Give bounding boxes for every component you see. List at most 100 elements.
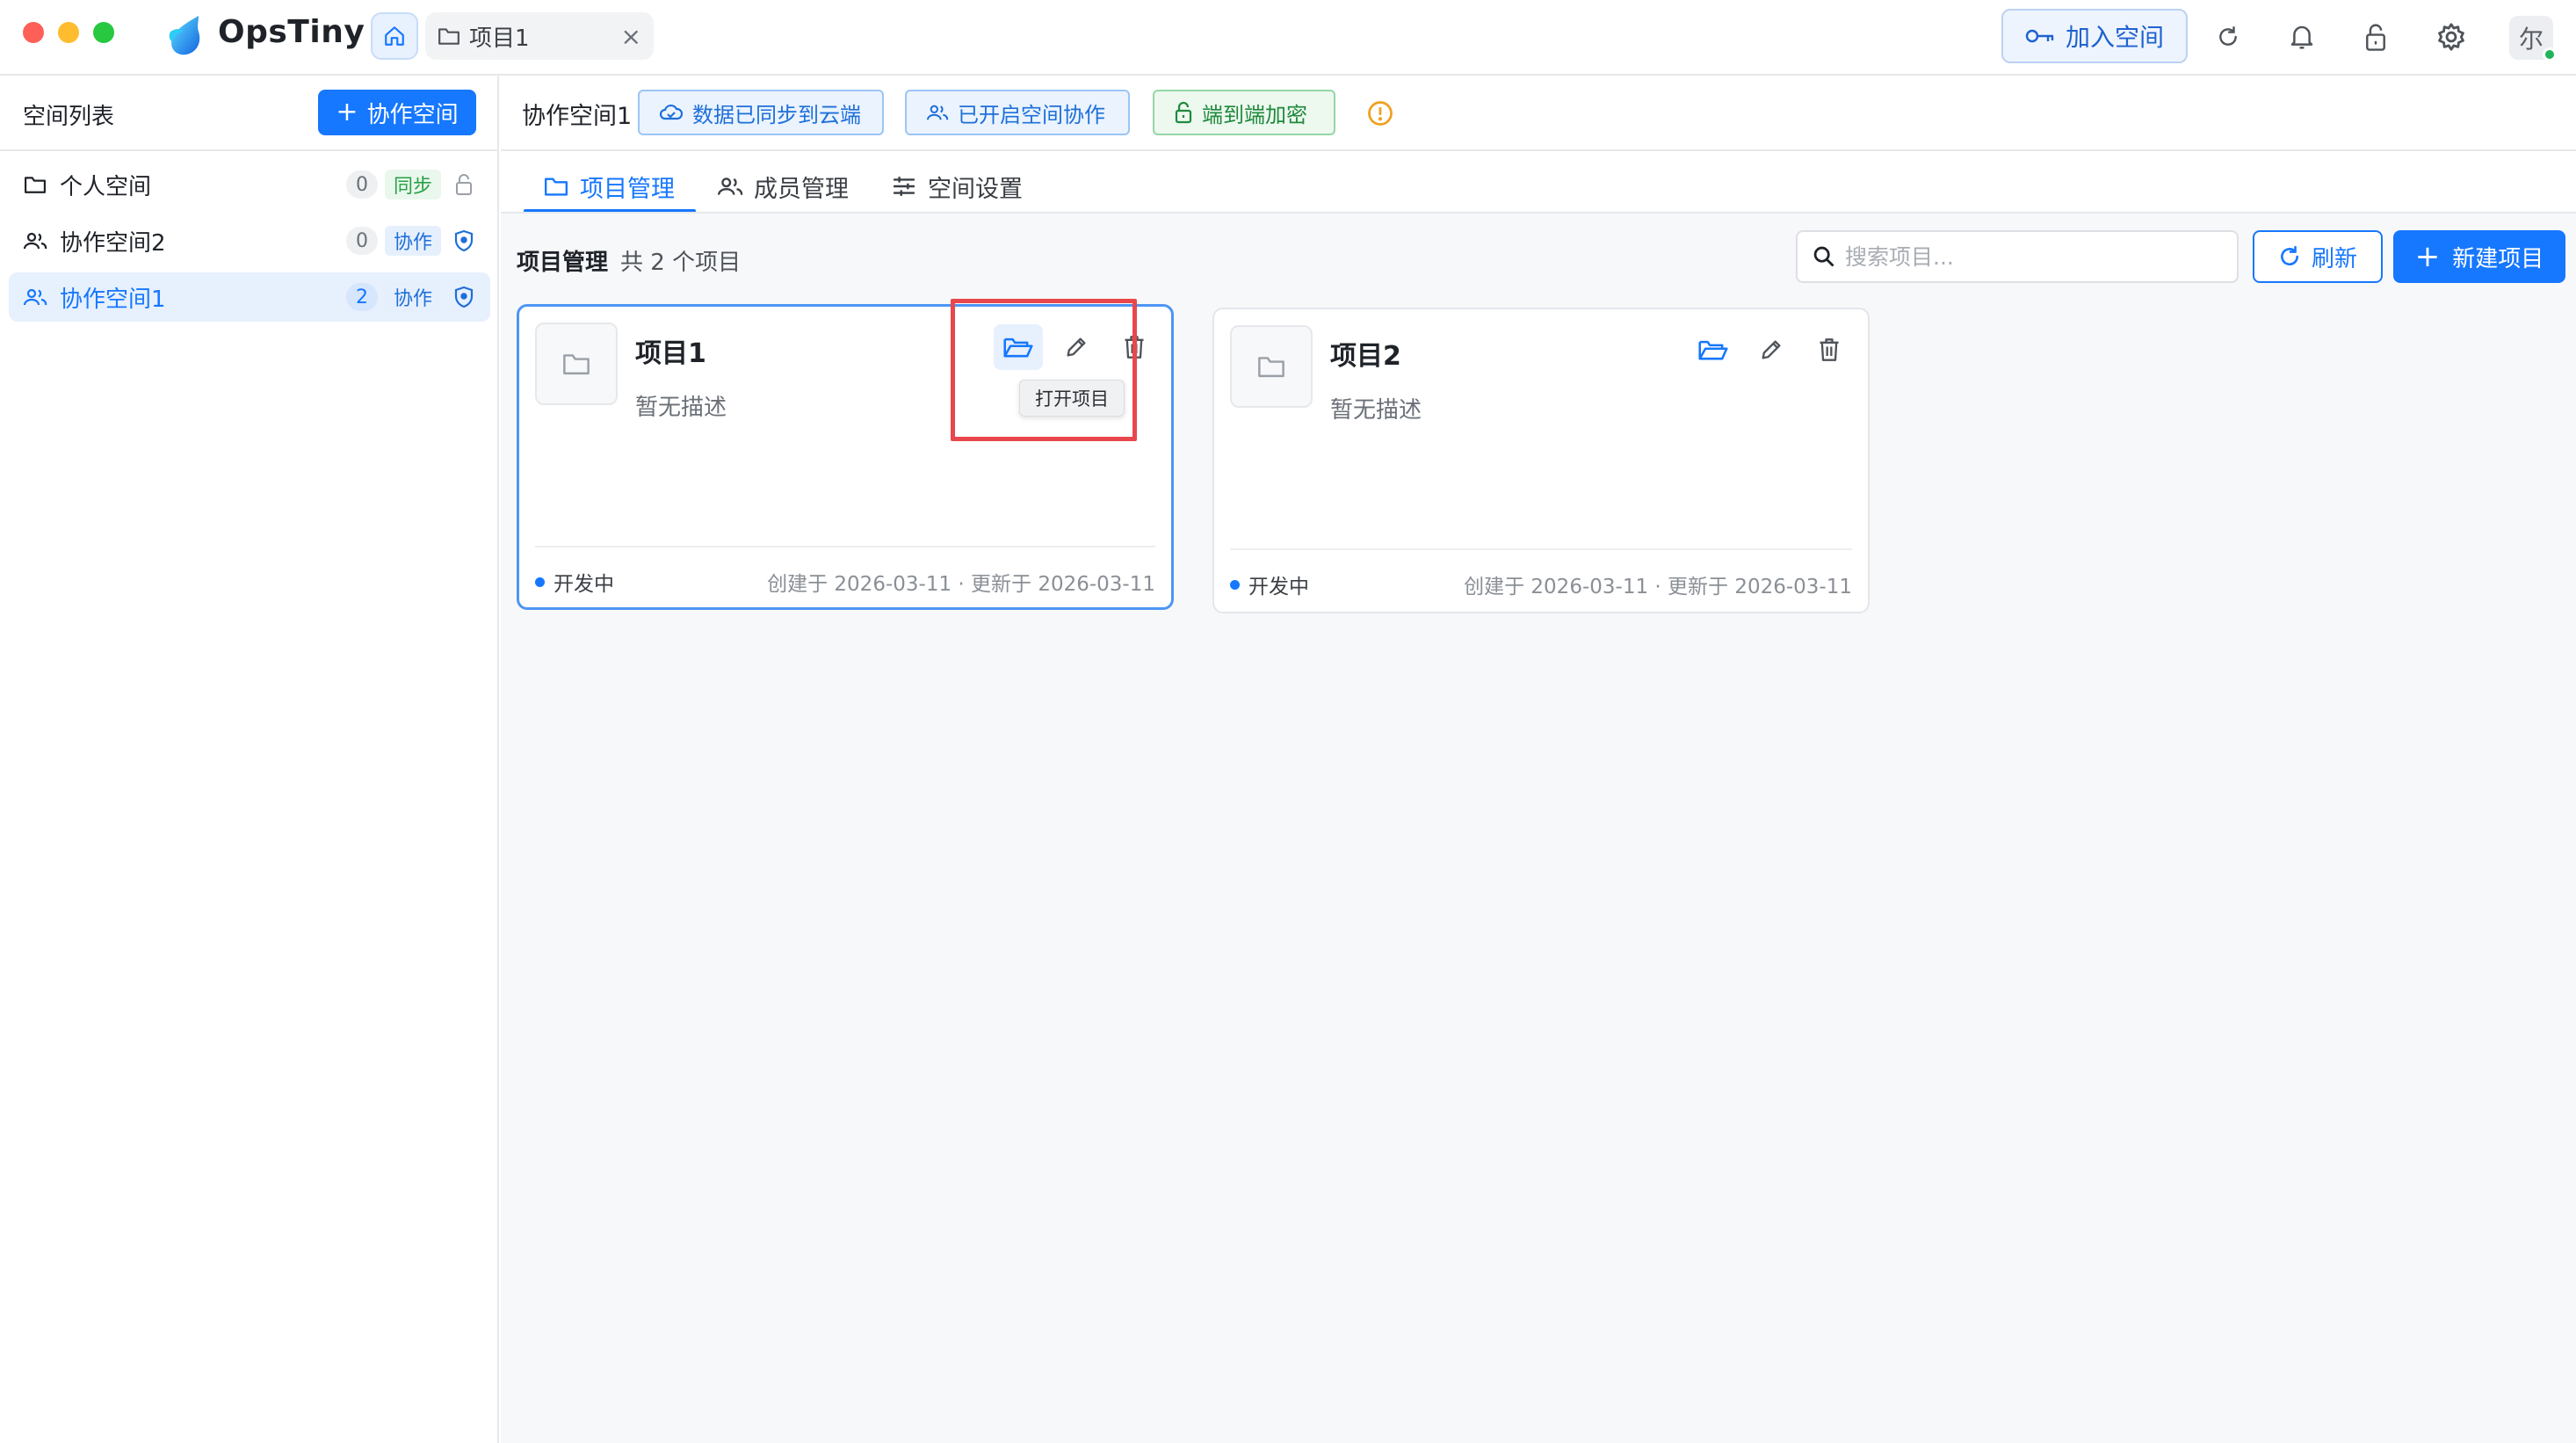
shield-icon (453, 286, 476, 308)
count-badge: 2 (345, 283, 378, 311)
lock-icon (453, 173, 476, 196)
sidebar-item-personal-space[interactable]: 个人空间 0 同步 (9, 160, 490, 209)
e2e-encryption-status-label: 端到端加密 (1202, 102, 1307, 127)
sliders-icon (891, 175, 917, 198)
status-dot (1230, 579, 1240, 590)
sidebar-item-collab-space-1[interactable]: 协作空间1 2 协作 (9, 272, 490, 322)
collab-badge: 协作 (384, 282, 441, 312)
plus-icon: + (336, 97, 358, 127)
project-thumbnail (1230, 325, 1313, 408)
bell-icon[interactable] (2283, 18, 2321, 56)
sidebar-item-collab-space-2[interactable]: 协作空间2 0 协作 (9, 216, 490, 265)
section-title: 项目管理 (517, 250, 609, 276)
refresh-button[interactable]: 刷新 (2253, 230, 2383, 283)
tab-project1[interactable]: 项目1 × (425, 12, 654, 60)
sidebar-item-label: 协作空间2 (60, 229, 166, 257)
count-badge: 0 (345, 227, 378, 255)
project-status: 开发中 (1230, 569, 1309, 599)
collab-enabled-status-tag: 已开启空间协作 (905, 90, 1130, 135)
tab-space-settings[interactable]: 空间设置 (891, 162, 1023, 211)
project-status-label: 开发中 (1248, 576, 1309, 598)
e2e-encryption-status-tag: 端到端加密 (1153, 90, 1335, 135)
window-maximize-button[interactable] (93, 22, 114, 43)
folder-icon (438, 25, 460, 47)
project-count: 共 2 个项目 (620, 250, 742, 276)
cloud-sync-status-label: 数据已同步到云端 (692, 102, 861, 127)
folder-icon (561, 351, 591, 377)
folder-open-icon (1002, 335, 1034, 359)
sidebar-item-label: 协作空间1 (60, 286, 166, 313)
app-logo-icon (163, 12, 206, 58)
project-status: 开发中 (535, 567, 614, 597)
edit-project-button[interactable] (1747, 327, 1796, 373)
folder-open-icon (1697, 337, 1729, 362)
users-icon (23, 230, 47, 251)
users-icon (23, 286, 47, 308)
key-icon (2025, 26, 2055, 46)
tab-label: 项目1 (469, 25, 530, 52)
project-status-label: 开发中 (554, 573, 614, 596)
tab-project-management[interactable]: 项目管理 (543, 162, 675, 211)
header-divider (501, 149, 2576, 151)
avatar[interactable]: 尔 (2509, 16, 2557, 62)
window-close-button[interactable] (23, 22, 44, 43)
join-space-button[interactable]: 加入空间 (2001, 9, 2188, 63)
add-collab-space-label: 协作空间 (366, 101, 459, 128)
lock-icon[interactable] (2356, 18, 2395, 56)
add-collab-space-button[interactable]: + 协作空间 (318, 90, 476, 135)
folder-icon (1256, 353, 1286, 380)
status-dot (535, 576, 545, 587)
project-card[interactable]: 项目2 暂无描述 开发中 创建于 2026-03-11 · 更新于 2026-0… (1212, 308, 1870, 613)
pencil-icon (1064, 335, 1089, 359)
project-dates: 创建于 2026-03-11 · 更新于 2026-03-11 (767, 573, 1155, 596)
collab-enabled-status-label: 已开启空间协作 (958, 102, 1105, 127)
sidebar-divider (0, 149, 497, 151)
avatar-text: 尔 (2518, 25, 2543, 54)
home-icon (383, 25, 406, 47)
collab-badge: 协作 (384, 226, 441, 256)
users-icon (926, 103, 949, 122)
warning-icon[interactable] (1367, 100, 1393, 127)
sidebar: 空间列表 + 协作空间 个人空间 0 同步 协作空间2 0 协作 协作空间1 2… (0, 76, 499, 1443)
project-card[interactable]: 项目1 暂无描述 开发中 创建于 2026-03-11 · 更新于 2026-0… (517, 304, 1174, 610)
delete-project-button[interactable] (1110, 324, 1159, 370)
tab-close-icon[interactable]: × (621, 22, 641, 51)
folder-icon (23, 174, 47, 195)
app-name: OpsTiny (218, 14, 365, 50)
open-project-button[interactable] (994, 324, 1043, 370)
project-description: 暂无描述 (635, 395, 727, 421)
refresh-icon (2278, 245, 2301, 268)
refresh-label: 刷新 (2311, 245, 2357, 272)
pencil-icon (1759, 337, 1784, 362)
cloud-icon (659, 103, 684, 122)
space-title: 协作空间1 (522, 103, 633, 130)
edit-project-button[interactable] (1052, 324, 1101, 370)
plus-icon: + (2414, 239, 2441, 274)
tab-member-management[interactable]: 成员管理 (717, 162, 849, 211)
new-project-button[interactable]: + 新建项目 (2393, 230, 2565, 283)
open-project-button[interactable] (1689, 327, 1738, 373)
trash-icon (1123, 335, 1146, 359)
tab-label: 空间设置 (928, 175, 1023, 203)
window-minimize-button[interactable] (58, 22, 79, 43)
project-dates: 创建于 2026-03-11 · 更新于 2026-03-11 (1464, 576, 1852, 598)
title-bar: OpsTiny 项目1 × 加入空间 尔 (0, 0, 2576, 76)
users-icon (717, 175, 743, 198)
sidebar-item-label: 个人空间 (60, 173, 152, 200)
project-title: 项目2 (1330, 341, 1401, 372)
gear-icon[interactable] (2432, 18, 2471, 56)
delete-project-button[interactable] (1805, 327, 1854, 373)
join-space-label: 加入空间 (2065, 23, 2164, 52)
project-thumbnail (535, 323, 618, 405)
trash-icon (1818, 337, 1841, 362)
cloud-sync-status-tag: 数据已同步到云端 (638, 90, 884, 135)
home-tab[interactable] (371, 12, 418, 60)
shield-icon (453, 229, 476, 252)
project-description: 暂无描述 (1330, 397, 1422, 424)
search-box[interactable] (1796, 230, 2239, 283)
online-status-dot (2543, 47, 2557, 62)
search-input[interactable] (1845, 243, 2223, 270)
reload-icon[interactable] (2209, 18, 2247, 56)
card-divider (1230, 548, 1852, 550)
tab-label: 成员管理 (754, 175, 849, 203)
